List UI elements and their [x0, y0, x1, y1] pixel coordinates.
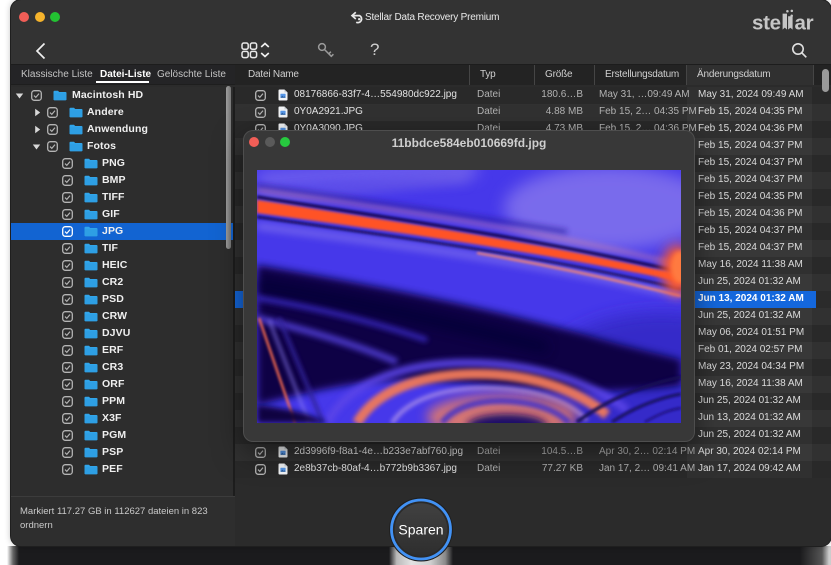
- svg-text:ste: ste: [752, 12, 781, 35]
- svg-text:ar: ar: [795, 12, 814, 35]
- svg-text:Sparen: Sparen: [398, 522, 443, 538]
